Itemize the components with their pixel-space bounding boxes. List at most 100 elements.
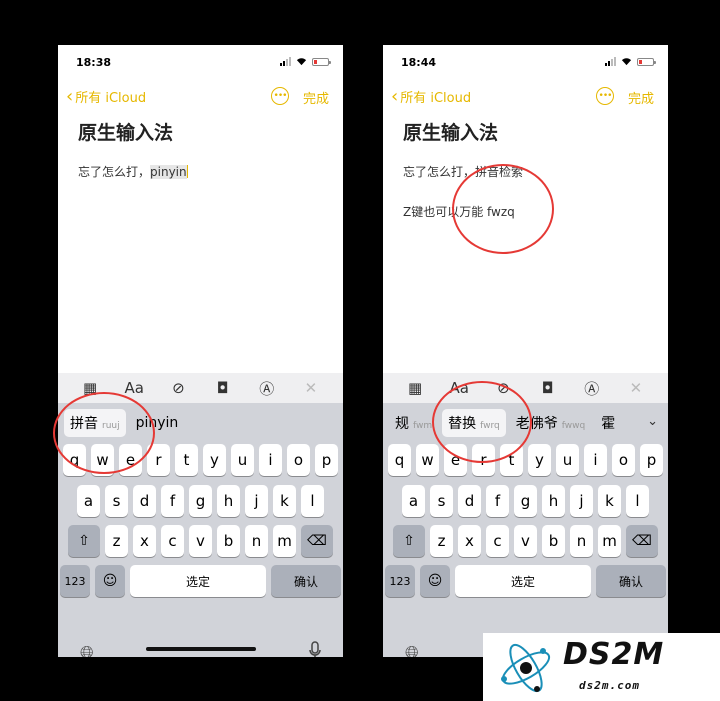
markup-icon[interactable]: Ⓐ [580,378,604,399]
format-icon[interactable]: Aa [122,379,146,397]
numbers-key[interactable]: 123 [385,565,415,597]
markup-icon[interactable]: Ⓐ [255,378,279,399]
key[interactable]: n [245,525,268,557]
key[interactable]: c [486,525,509,557]
candidate[interactable]: 替换 fwrq [442,409,506,437]
more-icon[interactable]: ••• [596,87,614,105]
close-icon[interactable]: ✕ [299,379,323,397]
emoji-icon[interactable]: ☺ [95,565,125,597]
key[interactable]: e [119,444,142,476]
back-button[interactable]: ‹ 所有 iCloud [66,87,146,106]
key[interactable]: j [570,485,593,517]
numbers-key[interactable]: 123 [60,565,90,597]
home-indicator [145,647,256,651]
key[interactable]: g [189,485,212,517]
done-button[interactable]: 完成 [628,88,654,107]
key[interactable]: m [598,525,621,557]
key[interactable]: y [203,444,226,476]
key[interactable]: o [612,444,635,476]
key[interactable]: k [273,485,296,517]
note-line[interactable]: 忘了怎么打，拼音检索 [403,163,523,180]
key[interactable]: z [105,525,128,557]
microphone-icon[interactable] [309,641,321,657]
logo-brand: DS2M [563,637,665,672]
key[interactable]: i [259,444,282,476]
close-icon[interactable]: ✕ [624,379,648,397]
key[interactable]: v [514,525,537,557]
globe-icon[interactable]: 🌐︎ [80,643,94,657]
key[interactable]: a [77,485,100,517]
camera-icon[interactable]: ◘ [536,379,560,397]
key[interactable]: w [416,444,439,476]
chevron-down-icon[interactable]: ⌄ [647,414,658,429]
key[interactable]: s [105,485,128,517]
key[interactable]: v [189,525,212,557]
confirm-key[interactable]: 确认 [271,565,341,597]
key[interactable]: f [161,485,184,517]
key[interactable]: t [500,444,523,476]
key[interactable]: b [217,525,240,557]
delete-icon[interactable]: ⌫ [626,525,658,557]
table-icon[interactable]: ▦ [403,379,427,397]
key[interactable]: h [542,485,565,517]
key[interactable]: m [273,525,296,557]
key[interactable]: b [542,525,565,557]
key[interactable]: q [388,444,411,476]
key[interactable]: g [514,485,537,517]
key[interactable]: l [301,485,324,517]
key[interactable]: q [63,444,86,476]
confirm-key[interactable]: 确认 [596,565,666,597]
key[interactable]: k [598,485,621,517]
key[interactable]: e [444,444,467,476]
note-line[interactable]: Z键也可以万能 fwzq [403,203,515,220]
key[interactable]: a [402,485,425,517]
key[interactable]: d [458,485,481,517]
back-button[interactable]: ‹ 所有 iCloud [391,87,471,106]
key[interactable]: y [528,444,551,476]
key[interactable]: f [486,485,509,517]
key[interactable]: d [133,485,156,517]
key[interactable]: x [133,525,156,557]
space-key[interactable]: 选定 [130,565,266,597]
key[interactable]: i [584,444,607,476]
format-icon[interactable]: Aa [447,379,471,397]
key[interactable]: u [556,444,579,476]
key[interactable]: r [147,444,170,476]
checklist-icon[interactable]: ⊘ [491,379,515,397]
checklist-icon[interactable]: ⊘ [166,379,190,397]
candidate[interactable]: 规 fwm [389,409,438,437]
key[interactable]: r [472,444,495,476]
more-icon[interactable]: ••• [271,87,289,105]
key[interactable]: w [91,444,114,476]
shift-icon[interactable]: ⇧ [393,525,425,557]
delete-icon[interactable]: ⌫ [301,525,333,557]
key[interactable]: c [161,525,184,557]
key[interactable]: t [175,444,198,476]
candidate[interactable]: 老佛爷 fwwq [510,409,591,437]
note-line[interactable]: 忘了怎么打，pinyin [78,163,189,180]
key-row-2: a s d f g h j k l [383,485,668,517]
key[interactable]: n [570,525,593,557]
key[interactable]: j [245,485,268,517]
table-icon[interactable]: ▦ [78,379,102,397]
key[interactable]: h [217,485,240,517]
candidate[interactable]: 拼音 ruuj [64,409,126,437]
candidate[interactable]: pinyin [130,411,185,435]
done-button[interactable]: 完成 [303,88,329,107]
key[interactable]: x [458,525,481,557]
emoji-icon[interactable]: ☺ [420,565,450,597]
key[interactable]: p [315,444,338,476]
globe-icon[interactable]: 🌐︎ [405,643,419,657]
space-key[interactable]: 选定 [455,565,591,597]
key[interactable]: o [287,444,310,476]
notes-toolbar: ▦ Aa ⊘ ◘ Ⓐ ✕ [383,373,668,403]
camera-icon[interactable]: ◘ [211,379,235,397]
shift-icon[interactable]: ⇧ [68,525,100,557]
key[interactable]: l [626,485,649,517]
key[interactable]: z [430,525,453,557]
candidate[interactable]: 霍 [595,409,621,437]
watermark-logo: DS2M ds2m.com [483,633,720,701]
key[interactable]: s [430,485,453,517]
key[interactable]: p [640,444,663,476]
key[interactable]: u [231,444,254,476]
